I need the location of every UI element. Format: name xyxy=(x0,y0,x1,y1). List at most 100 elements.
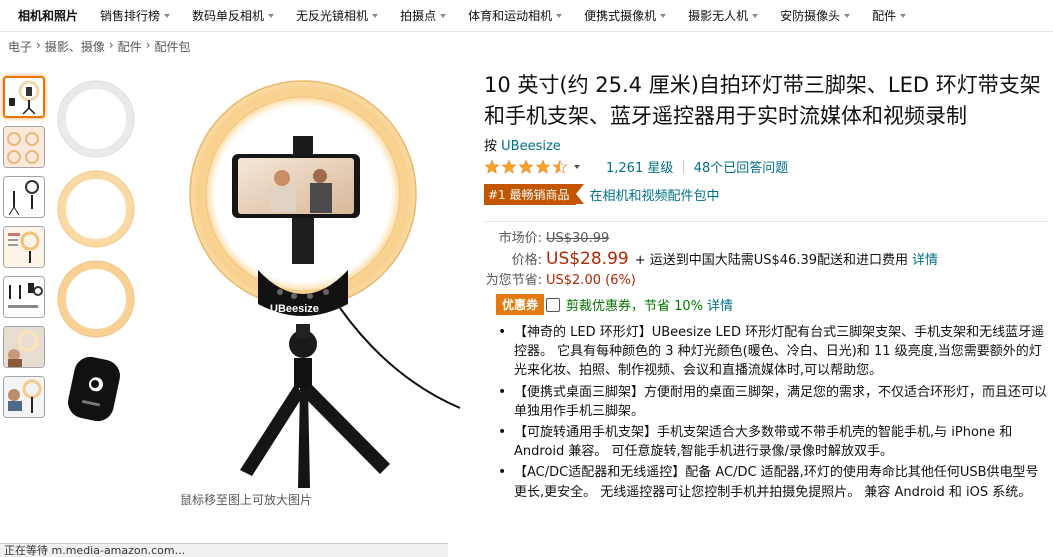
subnav-label: 销售排行榜 xyxy=(100,9,161,23)
chevron-down-icon xyxy=(752,13,759,18)
feature-bullet: 【便携式桌面三脚架】方便耐用的桌面三脚架，满足您的需求，不仅适合环形灯，而且还可… xyxy=(496,383,1049,421)
subnav-label: 摄影无人机 xyxy=(688,9,749,23)
thumbnail-compare[interactable] xyxy=(3,376,45,418)
list-price: US$30.99 xyxy=(546,231,610,246)
coupon-details-link[interactable]: 详情 xyxy=(707,295,733,314)
rating-row: 1,261 星级 | 48个已回答问题 xyxy=(484,157,1049,176)
ratings-count-link[interactable]: 1,261 星级 xyxy=(606,157,673,176)
subnav-label: 无反光镜相机 xyxy=(296,9,369,23)
chevron-down-icon xyxy=(268,13,275,18)
coupon-text[interactable]: 剪裁优惠券，节省 10% xyxy=(566,295,703,314)
price-table: 市场价: US$30.99 价格: US$28.99 + 运送到中国大陆需US$… xyxy=(484,229,1049,291)
answered-questions-link[interactable]: 48个已回答问题 xyxy=(694,157,789,176)
subnav-label: 配件 xyxy=(872,9,897,23)
feature-bullet: 【神奇的 LED 环形灯】UBeesize LED 环形灯配有台式三脚架支架、手… xyxy=(496,323,1049,381)
product-info: 10 英寸(约 25.4 厘米)自拍环灯带三脚架、LED 环灯带支架和手机支架、… xyxy=(484,70,1049,504)
current-price: US$28.99 xyxy=(546,249,629,269)
breadcrumb-item[interactable]: 配件包 xyxy=(154,38,190,55)
chevron-down-icon xyxy=(900,13,907,18)
list-price-label: 市场价: xyxy=(498,231,542,246)
brand-prefix: 按 xyxy=(484,139,498,154)
brand-link[interactable]: UBeesize xyxy=(501,139,561,154)
star-rating[interactable] xyxy=(484,159,568,175)
chevron-down-icon[interactable] xyxy=(574,164,580,169)
star-full-icon xyxy=(518,159,534,174)
svg-text:UBeesize: UBeesize xyxy=(270,303,319,315)
product-title: 10 英寸(约 25.4 厘米)自拍环灯带三脚架、LED 环灯带支架和手机支架、… xyxy=(484,73,1041,128)
ring-warm-icon xyxy=(57,170,135,248)
breadcrumb-item[interactable]: 配件 xyxy=(118,38,142,55)
separator: | xyxy=(681,159,686,174)
chevron-down-icon xyxy=(660,13,667,18)
subnav-item-camcorders[interactable]: 便携式摄像机 xyxy=(573,7,677,24)
shipping-details-link[interactable]: 详情 xyxy=(912,251,938,271)
ring-white-icon xyxy=(57,80,135,158)
bestseller-row: #1 最畅销商品 在相机和视频配件包中 xyxy=(484,184,1049,205)
bluetooth-remote-image[interactable] xyxy=(55,348,137,430)
feature-bullet: 【可旋转通用手机支架】手机支架适合大多数带或不带手机壳的智能手机,与 iPhon… xyxy=(496,423,1049,461)
breadcrumb-item[interactable]: 摄影、摄像 xyxy=(45,38,105,55)
remote-control-icon xyxy=(68,356,120,422)
thumbnail-tripod[interactable] xyxy=(3,176,45,218)
subnav-item-security[interactable]: 安防摄像头 xyxy=(769,7,861,24)
breadcrumb-separator: › xyxy=(145,38,151,52)
subnav-label: 安防摄像头 xyxy=(780,9,841,23)
thumbnail-strip xyxy=(3,76,45,426)
price-label: 价格: xyxy=(511,253,542,268)
tripod-thumbnail-icon xyxy=(8,180,39,216)
features-thumbnail-icon xyxy=(4,227,44,267)
chevron-down-icon xyxy=(844,13,851,18)
savings-amount: US$2.00 (6%) xyxy=(546,273,636,288)
main-product-image[interactable]: UBeesize xyxy=(170,78,470,493)
feature-bullets: 【神奇的 LED 环形灯】UBeesize LED 环形灯配有台式三脚架支架、手… xyxy=(484,323,1049,502)
ring-variant-cold-white[interactable] xyxy=(55,78,137,160)
subnav-label: 数码单反相机 xyxy=(192,9,265,23)
subnav-item-bestsellers[interactable]: 销售排行榜 xyxy=(89,7,181,24)
breadcrumb-item[interactable]: 电子 xyxy=(8,38,32,55)
subnav-item-drones[interactable]: 摄影无人机 xyxy=(677,7,769,24)
bestseller-category-link[interactable]: 在相机和视频配件包中 xyxy=(590,185,720,204)
star-full-icon xyxy=(535,159,551,174)
thumbnail-lifestyle[interactable] xyxy=(3,326,45,368)
chevron-down-icon xyxy=(164,13,171,18)
subnav-item-cameras[interactable]: 相机和照片 xyxy=(8,7,89,24)
chevron-down-icon xyxy=(440,13,447,18)
subnav-label: 拍摄点 xyxy=(400,9,437,23)
subnav-label: 便携式摄像机 xyxy=(584,9,657,23)
chevron-down-icon xyxy=(556,13,563,18)
subnav-item-action-cams[interactable]: 体育和运动相机 xyxy=(457,7,573,24)
subnav-item-mirrorless[interactable]: 无反光镜相机 xyxy=(285,7,389,24)
browser-status-bar: 正在等待 m.media-amazon.com... xyxy=(0,543,448,557)
thumbnail-parts[interactable] xyxy=(3,276,45,318)
subnav-label: 体育和运动相机 xyxy=(468,9,553,23)
brand-line: 按 UBeesize xyxy=(484,135,1049,154)
coupon-row: 优惠券 剪裁优惠券，节省 10% 详情 xyxy=(496,294,1049,315)
usage-thumbnail-icon xyxy=(4,127,44,167)
shipping-info: + 运送到中国大陆需US$46.39配送和进口费用 xyxy=(634,253,908,268)
bestseller-badge[interactable]: #1 最畅销商品 xyxy=(484,184,583,205)
thumbnail-ringlight[interactable] xyxy=(3,76,45,118)
breadcrumb-separator: › xyxy=(108,38,114,52)
savings-row: 为您节省: US$2.00 (6%) xyxy=(484,271,1049,291)
star-half-icon xyxy=(552,159,568,174)
subnav-item-dslr[interactable]: 数码单反相机 xyxy=(181,7,285,24)
savings-label: 为您节省: xyxy=(485,273,542,288)
thumbnail-usage[interactable] xyxy=(3,126,45,168)
coupon-checkbox[interactable] xyxy=(546,297,561,312)
coupon-badge: 优惠券 xyxy=(496,294,545,315)
category-subnav: 相机和照片 销售排行榜 数码单反相机 无反光镜相机 拍摄点 体育和运动相机 便携… xyxy=(0,0,1053,32)
feature-bullet: 【AC/DC适配器和无线遥控】配备 AC/DC 适配器,环灯的使用寿命比其他任何… xyxy=(496,463,1049,501)
parts-thumbnail-icon xyxy=(8,283,43,308)
subnav-item-point-shoot[interactable]: 拍摄点 xyxy=(389,7,457,24)
star-full-icon xyxy=(484,159,500,174)
ringlight-thumbnail-icon xyxy=(9,80,40,115)
thumbnail-features[interactable] xyxy=(3,226,45,268)
divider xyxy=(484,221,1049,222)
zoom-hint: 鼠标移至图上可放大图片 xyxy=(180,493,313,507)
ring-variant-warm[interactable] xyxy=(55,168,137,250)
ring-variant-daylight[interactable] xyxy=(55,258,137,340)
breadcrumb: 电子 › 摄影、摄像 › 配件 › 配件包 xyxy=(8,38,191,55)
ring-daylight-icon xyxy=(57,260,135,338)
subnav-item-accessories[interactable]: 配件 xyxy=(861,7,917,24)
breadcrumb-separator: › xyxy=(36,38,41,52)
